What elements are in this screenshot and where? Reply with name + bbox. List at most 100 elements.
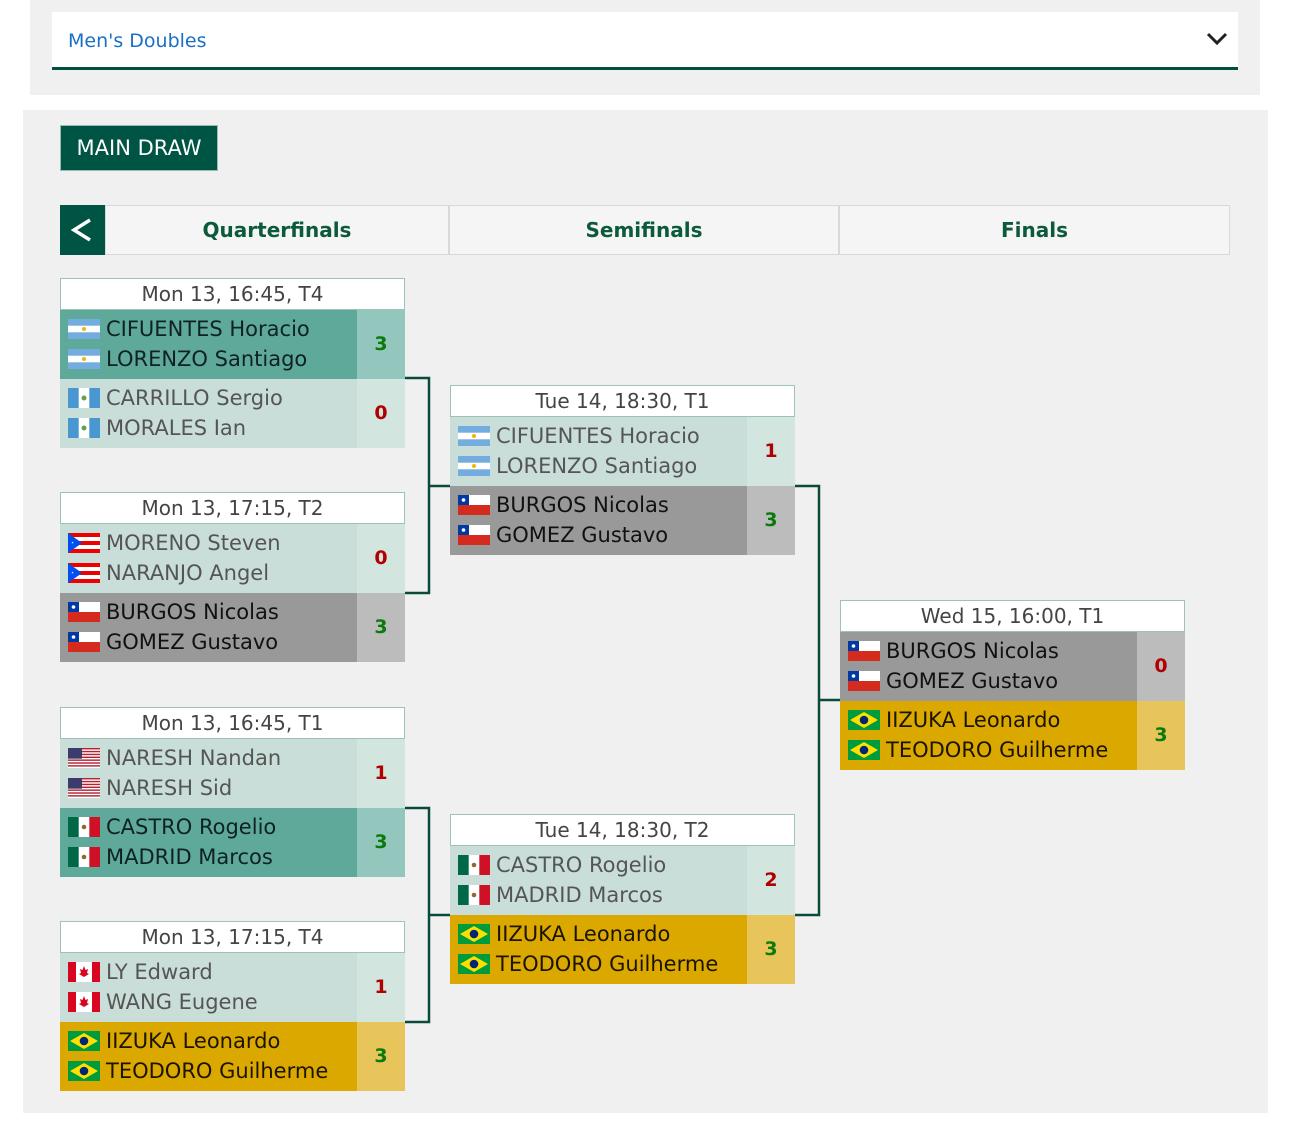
team-players: IIZUKA Leonardo TEODORO Guilherme [60, 1022, 357, 1091]
team-score: 0 [1137, 632, 1185, 701]
player-name: MORALES Ian [106, 416, 247, 440]
team-score: 0 [357, 379, 405, 448]
player-name: GOMEZ Gustavo [496, 523, 669, 547]
match-card[interactable]: Mon 13, 17:15, T4 LY Edward WANG Eugene 1 II… [60, 921, 405, 1091]
team-players: IIZUKA Leonardo TEODORO Guilherme [840, 701, 1137, 770]
player-name: LORENZO Santiago [496, 454, 698, 478]
flag-bra-icon [848, 710, 880, 730]
team-score: 3 [357, 310, 405, 379]
team-score: 3 [357, 1022, 405, 1091]
team-players: CASTRO Rogelio MADRID Marcos [450, 846, 747, 915]
team-score: 0 [357, 524, 405, 593]
team-players: BURGOS Nicolas GOMEZ Gustavo [60, 593, 357, 662]
match-card[interactable]: Mon 13, 17:15, T2 MORENO Steven NARANJO An… [60, 492, 405, 662]
player-name: IIZUKA Leonardo [106, 1029, 281, 1053]
player-name: NARANJO Angel [106, 561, 270, 585]
flag-gua-icon [68, 388, 100, 408]
player-name: NARESH Nandan [106, 746, 282, 770]
match-schedule: Tue 14, 18:30, T1 [450, 385, 795, 417]
team-row[interactable]: CIFUENTES Horacio LORENZO Santiago 1 [450, 417, 795, 486]
player-name: GOMEZ Gustavo [886, 669, 1059, 693]
team-players: LY Edward WANG Eugene [60, 953, 357, 1022]
team-players: NARESH Nandan NARESH Sid [60, 739, 357, 808]
flag-bra-icon [68, 1031, 100, 1051]
flag-chi-icon [848, 671, 880, 691]
team-row[interactable]: CASTRO Rogelio MADRID Marcos 3 [60, 808, 405, 877]
player-name: IIZUKA Leonardo [496, 922, 671, 946]
match-card[interactable]: Mon 13, 16:45, T4 CIFUENTES Horacio LORENZ… [60, 278, 405, 448]
flag-pur-icon [68, 533, 100, 553]
team-score: 1 [357, 739, 405, 808]
player-name: CIFUENTES Horacio [106, 317, 310, 341]
match-card[interactable]: Wed 15, 16:00, T1 BURGOS Nicolas GOMEZ Gus… [840, 600, 1185, 770]
flag-usa-icon [68, 778, 100, 798]
player-name: NARESH Sid [106, 776, 233, 800]
team-players: CASTRO Rogelio MADRID Marcos [60, 808, 357, 877]
player-name: CARRILLO Sergio [106, 386, 283, 410]
team-row[interactable]: CIFUENTES Horacio LORENZO Santiago 3 [60, 310, 405, 379]
match-schedule: Mon 13, 17:15, T4 [60, 921, 405, 953]
player-name: CASTRO Rogelio [496, 853, 667, 877]
flag-can-icon [68, 992, 100, 1012]
team-row[interactable]: BURGOS Nicolas GOMEZ Gustavo 3 [60, 593, 405, 662]
player-name: MADRID Marcos [496, 883, 663, 907]
player-name: TEODORO Guilherme [106, 1059, 329, 1083]
match-schedule: Mon 13, 16:45, T1 [60, 707, 405, 739]
team-score: 1 [357, 953, 405, 1022]
flag-mex-icon [68, 847, 100, 867]
team-row[interactable]: IIZUKA Leonardo TEODORO Guilherme 3 [840, 701, 1185, 770]
team-players: CARRILLO Sergio MORALES Ian [60, 379, 357, 448]
player-name: GOMEZ Gustavo [106, 630, 279, 654]
flag-usa-icon [68, 748, 100, 768]
player-name: TEODORO Guilherme [886, 738, 1109, 762]
player-name: IIZUKA Leonardo [886, 708, 1061, 732]
team-score: 3 [357, 593, 405, 662]
player-name: LY Edward [106, 960, 213, 984]
match-schedule: Mon 13, 17:15, T2 [60, 492, 405, 524]
flag-arg-icon [458, 426, 490, 446]
team-row[interactable]: CARRILLO Sergio MORALES Ian 0 [60, 379, 405, 448]
team-players: IIZUKA Leonardo TEODORO Guilherme [450, 915, 747, 984]
flag-chi-icon [848, 641, 880, 661]
match-schedule: Tue 14, 18:30, T2 [450, 814, 795, 846]
team-players: CIFUENTES Horacio LORENZO Santiago [450, 417, 747, 486]
team-row[interactable]: CASTRO Rogelio MADRID Marcos 2 [450, 846, 795, 915]
team-row[interactable]: IIZUKA Leonardo TEODORO Guilherme 3 [450, 915, 795, 984]
flag-bra-icon [848, 740, 880, 760]
team-score: 3 [747, 486, 795, 555]
match-schedule: Mon 13, 16:45, T4 [60, 278, 405, 310]
flag-pur-icon [68, 563, 100, 583]
flag-gua-icon [68, 418, 100, 438]
team-players: CIFUENTES Horacio LORENZO Santiago [60, 310, 357, 379]
team-score: 2 [747, 846, 795, 915]
match-schedule: Wed 15, 16:00, T1 [840, 600, 1185, 632]
team-row[interactable]: MORENO Steven NARANJO Angel 0 [60, 524, 405, 593]
team-row[interactable]: LY Edward WANG Eugene 1 [60, 953, 405, 1022]
flag-arg-icon [68, 349, 100, 369]
player-name: MORENO Steven [106, 531, 281, 555]
player-name: BURGOS Nicolas [886, 639, 1059, 663]
team-players: BURGOS Nicolas GOMEZ Gustavo [840, 632, 1137, 701]
flag-mex-icon [458, 885, 490, 905]
player-name: BURGOS Nicolas [106, 600, 279, 624]
match-card[interactable]: Tue 14, 18:30, T1 CIFUENTES Horacio LORENZ… [450, 385, 795, 555]
player-name: CIFUENTES Horacio [496, 424, 700, 448]
team-players: BURGOS Nicolas GOMEZ Gustavo [450, 486, 747, 555]
flag-bra-icon [458, 924, 490, 944]
player-name: LORENZO Santiago [106, 347, 308, 371]
player-name: WANG Eugene [106, 990, 258, 1014]
flag-mex-icon [68, 817, 100, 837]
match-card[interactable]: Tue 14, 18:30, T2 CASTRO Rogelio MADRID Ma… [450, 814, 795, 984]
team-row[interactable]: NARESH Nandan NARESH Sid 1 [60, 739, 405, 808]
team-row[interactable]: BURGOS Nicolas GOMEZ Gustavo 0 [840, 632, 1185, 701]
team-players: MORENO Steven NARANJO Angel [60, 524, 357, 593]
flag-arg-icon [68, 319, 100, 339]
flag-chi-icon [458, 495, 490, 515]
team-score: 1 [747, 417, 795, 486]
team-row[interactable]: IIZUKA Leonardo TEODORO Guilherme 3 [60, 1022, 405, 1091]
match-card[interactable]: Mon 13, 16:45, T1 NARESH Nandan NARESH Sid… [60, 707, 405, 877]
flag-bra-icon [68, 1061, 100, 1081]
flag-chi-icon [68, 602, 100, 622]
team-row[interactable]: BURGOS Nicolas GOMEZ Gustavo 3 [450, 486, 795, 555]
player-name: TEODORO Guilherme [496, 952, 719, 976]
